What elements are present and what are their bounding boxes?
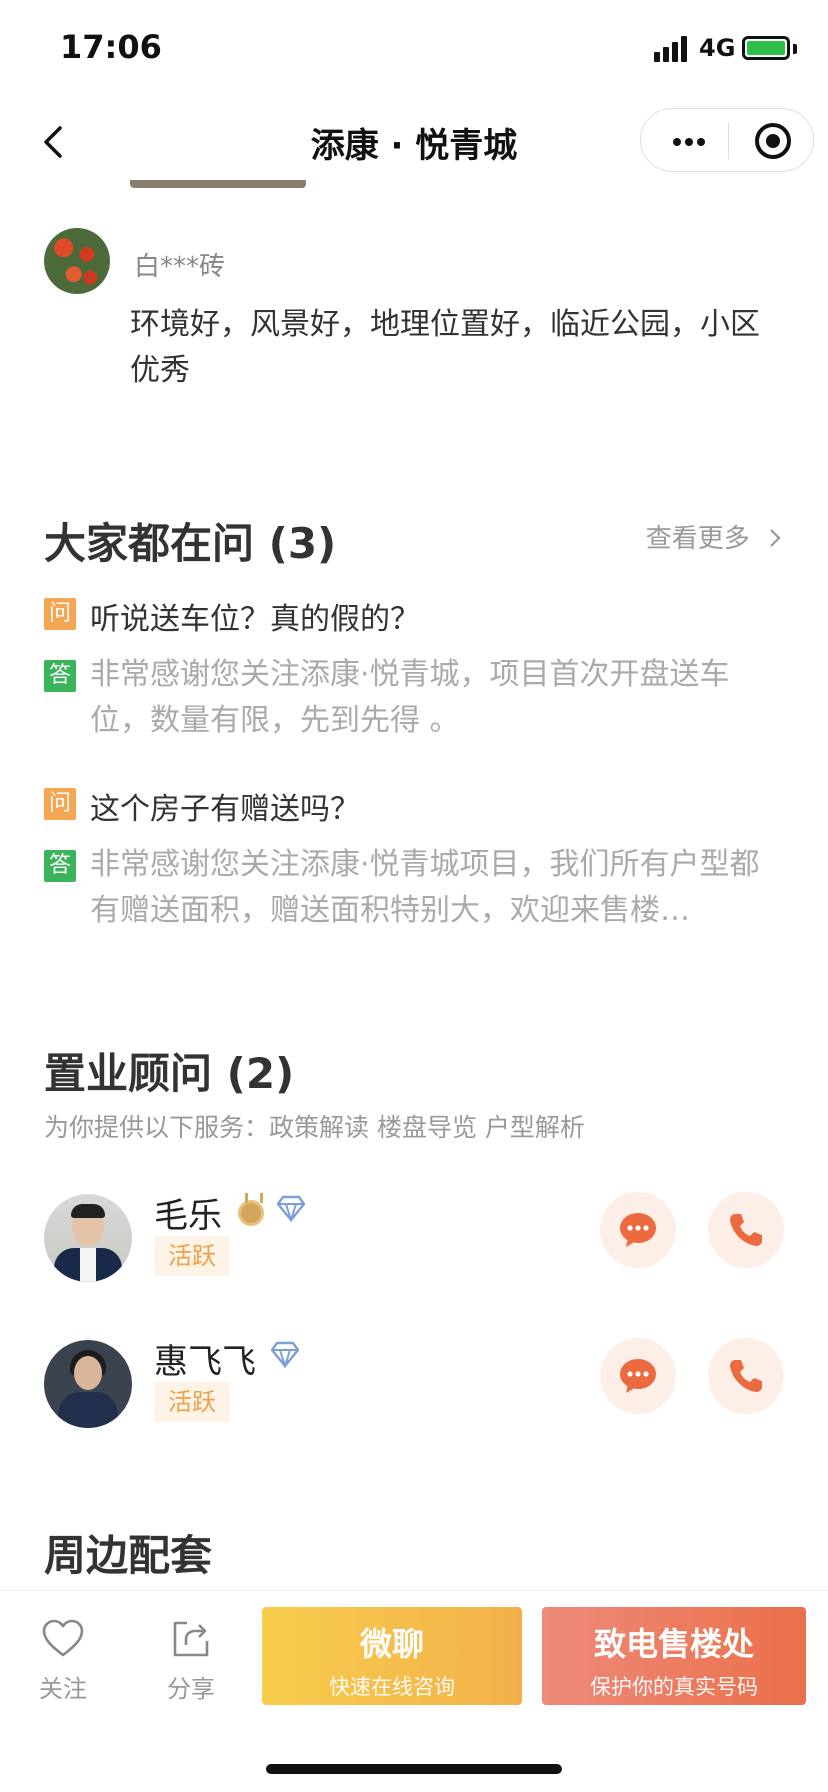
status-time: 17:06	[60, 28, 162, 66]
reviewer-name: 白***砖	[134, 252, 226, 282]
call-sales-office-button[interactable]: 致电售楼处 保护你的真实号码	[542, 1607, 806, 1705]
close-target-icon[interactable]	[755, 123, 791, 159]
phone-button[interactable]	[708, 1338, 784, 1414]
phone-icon	[730, 1214, 762, 1246]
wechat-main-label: 微聊	[359, 1625, 424, 1663]
call-sub-label: 保护你的真实号码	[590, 1675, 758, 1699]
follow-button[interactable]: 关注	[18, 1617, 108, 1704]
photo-edge	[130, 180, 306, 188]
question-text[interactable]: 这个房子有赠送吗？	[90, 784, 360, 828]
share-label: 分享	[167, 1675, 215, 1703]
call-main-label: 致电售楼处	[593, 1625, 754, 1663]
advisor-avatar[interactable]	[44, 1340, 132, 1428]
battery-icon	[742, 36, 790, 60]
chevron-right-icon	[770, 529, 781, 547]
qa-more-link[interactable]: 查看更多	[646, 518, 784, 555]
nav-bar: 添康 · 悦青城	[0, 96, 828, 186]
chat-bubble-icon	[620, 1213, 656, 1247]
advisors-subtitle: 为你提供以下服务：政策解读 楼盘导览 户型解析	[44, 1113, 585, 1142]
diamond-icon	[276, 1195, 306, 1222]
answer-text[interactable]: 非常感谢您关注添康·悦青城，项目首次开盘送车位，数量有限，先到先得 。	[90, 652, 780, 744]
phone-button[interactable]	[708, 1192, 784, 1268]
signal-icon	[654, 36, 690, 62]
advisor-avatar[interactable]	[44, 1194, 132, 1282]
reviewer-avatar	[44, 228, 110, 294]
qa-section-title: 大家都在问 (3)	[44, 519, 337, 568]
chat-bubble-icon	[620, 1359, 656, 1393]
answer-tag: 答	[44, 660, 76, 692]
share-icon	[173, 1621, 209, 1657]
advisor-name: 惠飞飞	[154, 1342, 256, 1382]
diamond-icon	[270, 1341, 300, 1368]
wechat-consult-button[interactable]: 微聊 快速在线咨询	[262, 1607, 522, 1705]
share-button[interactable]: 分享	[146, 1617, 236, 1704]
follow-label: 关注	[39, 1675, 87, 1703]
home-indicator	[266, 1764, 562, 1774]
network-type: 4G	[699, 34, 736, 62]
qa-more-label: 查看更多	[645, 524, 750, 554]
question-text[interactable]: 听说送车位？真的假的？	[90, 594, 420, 638]
chat-button[interactable]	[600, 1338, 676, 1414]
bottom-action-bar: 关注 分享 微聊 快速在线咨询 致电售楼处 保护你的真实号码	[0, 1590, 828, 1792]
wechat-sub-label: 快速在线咨询	[329, 1675, 455, 1699]
status-bar: 17:06 4G	[0, 0, 828, 96]
advisor-status-tag: 活跃	[154, 1382, 230, 1422]
battery-cap	[793, 44, 797, 54]
answer-text[interactable]: 非常感谢您关注添康·悦青城项目，我们所有户型都有赠送面积，赠送面积特别大，欢迎来…	[90, 842, 780, 934]
nearby-section-title: 周边配套	[44, 1531, 213, 1580]
capsule-divider	[728, 123, 729, 159]
more-icon[interactable]	[665, 109, 725, 173]
review-text: 环境好，风景好，地理位置好，临近公园，小区优秀	[130, 307, 760, 388]
chat-button[interactable]	[600, 1192, 676, 1268]
heart-icon	[42, 1619, 84, 1657]
question-tag: 问	[44, 788, 76, 820]
advisor-status-tag: 活跃	[154, 1236, 230, 1276]
answer-tag: 答	[44, 850, 76, 882]
medal-icon	[238, 1193, 264, 1226]
question-tag: 问	[44, 598, 76, 630]
advisor-name: 毛乐	[154, 1196, 222, 1236]
phone-icon	[730, 1360, 762, 1392]
mini-program-capsule	[640, 108, 814, 172]
advisors-section-title: 置业顾问 (2)	[44, 1049, 295, 1098]
